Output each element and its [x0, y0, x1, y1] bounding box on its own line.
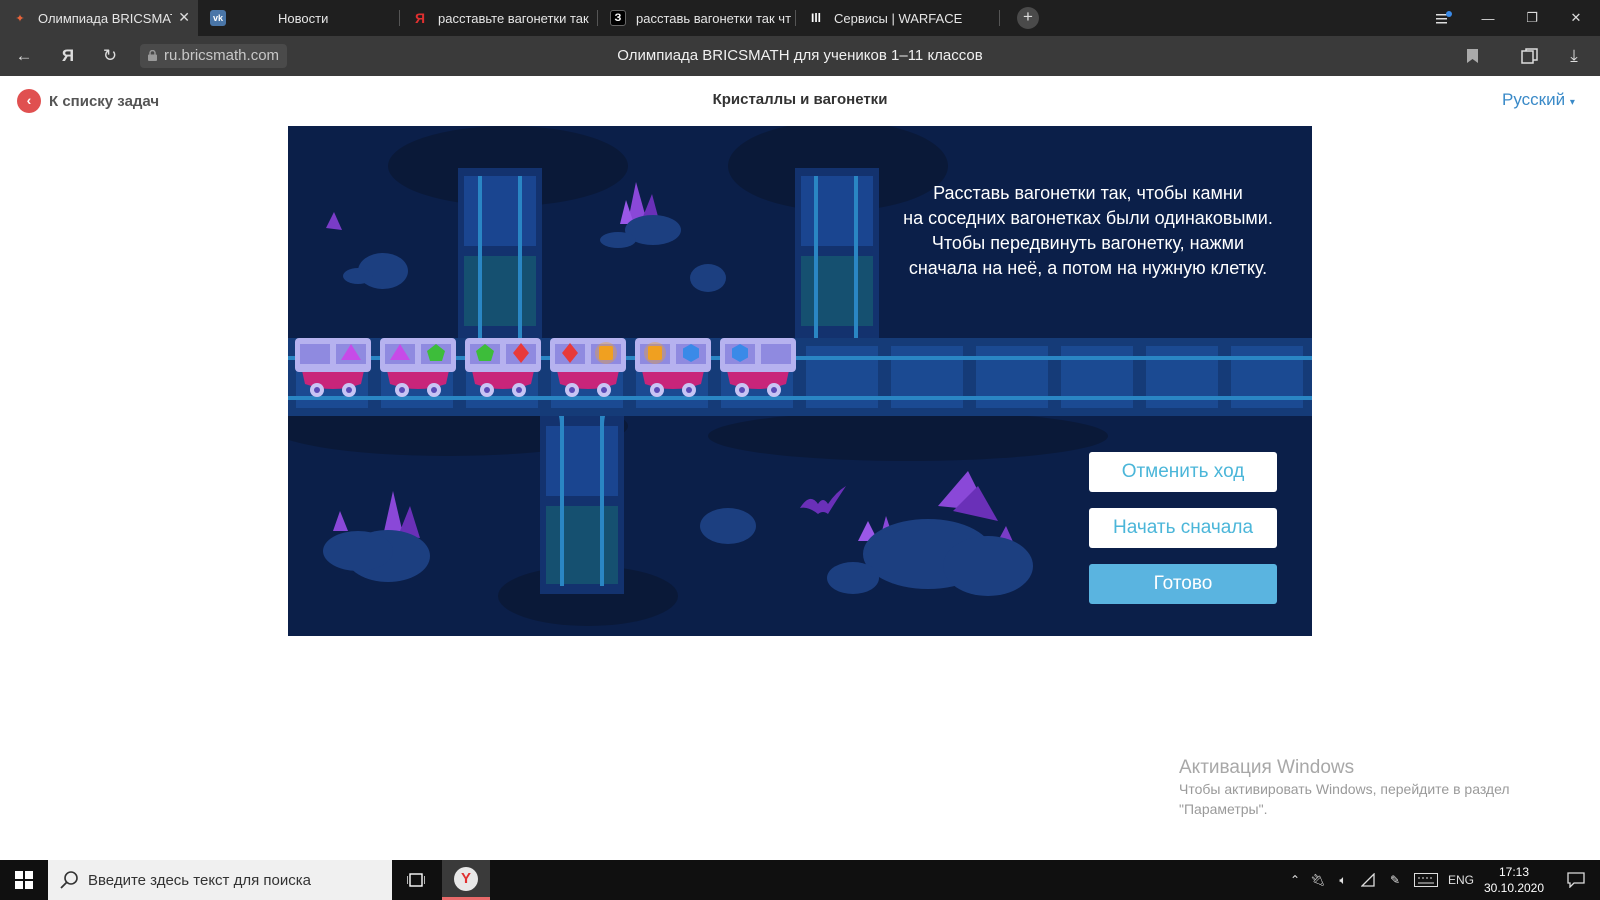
tab-label: Сервисы | WARFACE: [834, 10, 963, 26]
yandex-home-icon[interactable]: Я: [50, 36, 86, 76]
instruction-line: на соседних вагонетках были одинаковыми.: [903, 208, 1273, 228]
tab-yandex-search[interactable]: Я расставьте вагонетки так: [400, 0, 596, 36]
game-instructions: Расставь вагонетки так, чтобы камни на с…: [888, 181, 1288, 281]
orange-square-gem-icon: [648, 346, 662, 360]
taskbar-search-field[interactable]: Введите здесь текст для поиска: [48, 860, 392, 900]
wifi-icon[interactable]: [1356, 860, 1382, 900]
yandex-logo-icon: Y: [454, 866, 478, 891]
restore-icon[interactable]: ❐: [1510, 0, 1554, 36]
tabs-menu-icon[interactable]: [1422, 0, 1466, 36]
instruction-line: Чтобы передвинуть вагонетку, нажми: [931, 233, 1245, 253]
cart-wheel-hub: [654, 387, 660, 393]
cart-wheel-hub: [484, 387, 490, 393]
yandex-browser-taskbar-icon[interactable]: Y: [442, 860, 490, 900]
url-text: ru.bricsmath.com: [164, 47, 280, 64]
orange-square-gem-icon: [599, 346, 613, 360]
language-select[interactable]: Русский ▾: [1502, 90, 1575, 110]
minimize-icon[interactable]: —: [1466, 0, 1510, 36]
windows-taskbar: Введите здесь текст для поиска Y ⌃ 🔌︎ 🔈︎…: [0, 860, 1600, 900]
cart-wheel-hub: [569, 387, 575, 393]
yandex-icon: Я: [414, 10, 426, 26]
task-view-icon[interactable]: [398, 860, 434, 900]
chevron-up-icon[interactable]: ⌃: [1284, 860, 1306, 900]
cart-wheel-hub: [686, 387, 692, 393]
clock-time: 17:13: [1498, 865, 1530, 879]
notifications-icon[interactable]: [1556, 860, 1596, 900]
restart-button[interactable]: Начать сначала: [1089, 508, 1277, 548]
bat-decoration: [800, 486, 846, 514]
tab-label: Олимпиада BRICSMATH: [38, 10, 172, 26]
watermark-line: Чтобы активировать Windows, перейдите в …: [1179, 781, 1510, 797]
watermark-title: Активация Windows: [1179, 757, 1355, 778]
pen-icon[interactable]: ✎: [1382, 860, 1408, 900]
instruction-line: сначала на неё, а потом на нужную клетку…: [908, 258, 1268, 278]
vk-icon: vk: [210, 10, 226, 26]
cart-wheel-hub: [399, 387, 405, 393]
reload-icon[interactable]: ↻: [92, 36, 128, 76]
browser-tab-strip: ✦ Олимпиада BRICSMATH ✕ vk Новости Я рас…: [0, 0, 1600, 36]
download-icon[interactable]: ⤓: [1556, 36, 1592, 76]
cart-slot-right: [761, 344, 791, 364]
tab-separator: [999, 10, 1000, 26]
taskbar-clock[interactable]: 17:13 30.10.2020: [1476, 864, 1552, 896]
task-title: Кристаллы и вагонетки: [712, 91, 888, 108]
bricsmath-icon: ✦: [15, 12, 25, 25]
keyboard-icon[interactable]: [1408, 860, 1444, 900]
volume-icon[interactable]: 🔈︎: [1330, 860, 1356, 900]
undo-move-button[interactable]: Отменить ход: [1089, 452, 1277, 492]
cart-wheel-hub: [314, 387, 320, 393]
cart-wheel-hub: [346, 387, 352, 393]
tab-label: Новости: [278, 10, 329, 26]
back-arrow-icon[interactable]: ←: [6, 36, 42, 76]
windows-activation-watermark: Активация Windows Чтобы активировать Win…: [1179, 757, 1510, 819]
lock-icon: [148, 50, 157, 61]
cart-wheel-hub: [739, 387, 745, 393]
search-icon: [60, 871, 78, 889]
vertical-track-top-left: [458, 168, 542, 338]
tab-znanija[interactable]: З расставь вагонетки так чт: [598, 0, 794, 36]
windows-start-icon[interactable]: [0, 860, 48, 900]
tab-bricsmath[interactable]: ✦ Олимпиада BRICSMATH ✕: [0, 0, 198, 36]
search-placeholder: Введите здесь текст для поиска: [88, 871, 311, 889]
chevron-down-icon: ▾: [1569, 97, 1575, 108]
collections-icon[interactable]: [1512, 36, 1548, 76]
close-window-icon[interactable]: ✕: [1554, 0, 1598, 36]
watermark-line: "Параметры".: [1179, 801, 1268, 817]
bookmark-icon[interactable]: [1454, 36, 1490, 76]
znanija-icon: З: [610, 10, 626, 26]
tab-label: расставьте вагонетки так: [438, 10, 589, 26]
tab-vk-news[interactable]: vk Новости: [198, 0, 396, 36]
address-bar: ← Я ↻ ru.bricsmath.com Олимпиада BRICSMA…: [0, 36, 1600, 76]
done-button[interactable]: Готово: [1089, 564, 1277, 604]
cart-wheel-hub: [771, 387, 777, 393]
cart-slot-left: [300, 344, 330, 364]
language-label: Русский: [1502, 90, 1566, 109]
url-field[interactable]: ru.bricsmath.com: [140, 44, 288, 68]
instruction-line: Расставь вагонетки так, чтобы камни: [933, 183, 1243, 203]
tab-warface[interactable]: Ill Сервисы | WARFACE: [796, 0, 996, 36]
cart-wheel-hub: [516, 387, 522, 393]
power-icon[interactable]: 🔌︎: [1306, 860, 1330, 900]
close-tab-icon[interactable]: ✕: [178, 9, 190, 26]
warface-icon: Ill: [810, 11, 821, 25]
tab-label: расставь вагонетки так чт: [636, 10, 792, 26]
input-language[interactable]: ENG: [1446, 860, 1476, 900]
game-board: Расставь вагонетки так, чтобы камни на с…: [288, 126, 1312, 636]
vertical-track-bottom: [537, 396, 627, 594]
cart-wheel-hub: [601, 387, 607, 393]
new-tab-button[interactable]: +: [1017, 7, 1039, 29]
cart-wheel-hub: [431, 387, 437, 393]
clock-date: 30.10.2020: [1483, 881, 1545, 895]
